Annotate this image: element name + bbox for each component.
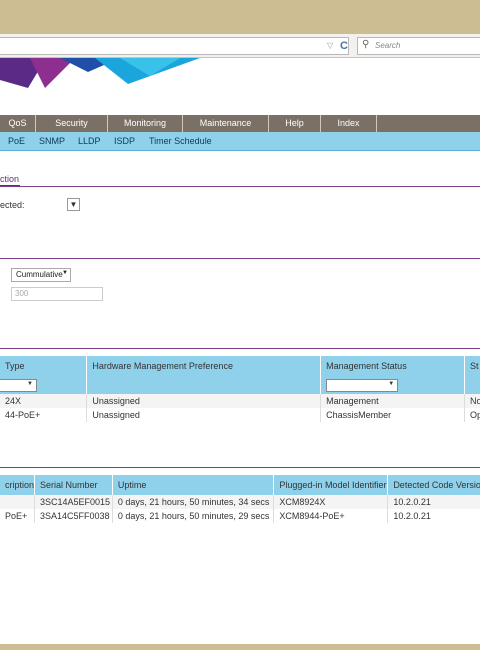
table-cell: 10.2.0.21 [387,495,480,509]
chevron-down-icon: ▼ [27,380,33,387]
menu-item-help[interactable]: Help [269,115,321,132]
reload-icon[interactable]: C [340,39,350,53]
banner-graphic [0,58,200,88]
column-header[interactable]: Type [0,356,88,376]
table-cell: 0 days, 21 hours, 50 minutes, 34 secs [112,495,275,509]
table-cell: 3SA14C5FF0038 [34,509,113,523]
column-header[interactable]: Uptime [112,475,275,495]
menu-item-maintenance[interactable]: Maintenance [183,115,269,132]
table-cell: Management [320,394,465,408]
section-tab[interactable]: ction [0,174,19,184]
browser-top-bar [0,0,480,34]
table-cell [0,495,36,509]
column-header[interactable]: cription [0,475,36,495]
type-filter-select[interactable]: ▼ [0,378,37,392]
menu-item-index[interactable]: Index [321,115,377,132]
table-cell: ChassisMember [320,408,465,422]
window-bottom-frame [0,644,480,650]
chevron-down-icon: ▼ [388,380,395,387]
table-cell: Unassigned [86,394,322,408]
filter-cell: ▼ [0,376,88,394]
menu-item-monitoring[interactable]: Monitoring [108,115,183,132]
submenu-item-lldp[interactable]: LLDP [78,132,101,150]
submenu-item-isdp[interactable]: ISDP [114,132,135,150]
table-cell: XCM8944-PoE+ [273,509,389,523]
table-row[interactable]: PoE+ 3SA14C5FF0038 0 days, 21 hours, 50 … [0,509,480,523]
submenu-item-poe[interactable]: PoE [8,132,25,150]
table-cell: 24X [0,394,88,408]
section-divider [0,186,480,187]
filter-cell [86,376,322,394]
brand-banner [0,58,480,98]
units-table: Type Hardware Management Preference Mana… [0,356,480,422]
table-row[interactable]: 3SC14A5EF0015 0 days, 21 hours, 50 minut… [0,495,480,509]
search-icon: ⚲ [362,39,370,50]
table-cell: Op [464,408,480,422]
column-header[interactable]: Serial Number [34,475,113,495]
menu-item-qos[interactable]: QoS [0,115,36,132]
table-row[interactable]: 24X Unassigned Management No [0,394,480,408]
column-header[interactable]: Hardware Management Preference [86,356,322,376]
chevron-down-icon: ▼ [62,270,68,276]
table-cell: XCM8924X [273,495,389,509]
table-row[interactable]: 44-PoE+ Unassigned ChassisMember Op [0,408,480,422]
search-placeholder: Search [375,41,401,50]
status-filter-select[interactable]: ▼ [326,378,399,392]
submenu-item-snmp[interactable]: SNMP [39,132,65,150]
table-cell: 10.2.0.21 [387,509,480,523]
table-cell: PoE+ [0,509,36,523]
filter-cell: ▼ [320,376,465,394]
address-bar[interactable] [0,37,349,55]
sub-menu-bar [0,132,480,150]
section-divider [0,258,480,259]
column-header[interactable]: Plugged-in Model Identifier [273,475,389,495]
table-cell: 3SC14A5EF0015 [34,495,113,509]
submenu-underline [0,150,480,151]
table-cell: 44-PoE+ [0,408,88,422]
submenu-item-timer-schedule[interactable]: Timer Schedule [149,132,212,150]
detected-label: ected: [0,200,25,210]
dropdown-arrow-icon[interactable]: ▽ [327,40,337,52]
filter-cell [464,376,480,394]
section-divider [0,467,480,468]
table-cell: 0 days, 21 hours, 50 minutes, 29 secs [112,509,275,523]
table-cell: No [464,394,480,408]
table-cell: Unassigned [86,408,322,422]
column-header[interactable]: St [464,356,480,376]
menu-item-security[interactable]: Security [36,115,108,132]
filter-icon[interactable]: ▼ [67,198,80,211]
column-header[interactable]: Detected Code Version [387,475,480,495]
section-divider [0,348,480,349]
detail-table: cription Serial Number Uptime Plugged-in… [0,475,480,523]
interval-input[interactable]: 300 [11,287,103,301]
column-header[interactable]: Management Status [320,356,465,376]
